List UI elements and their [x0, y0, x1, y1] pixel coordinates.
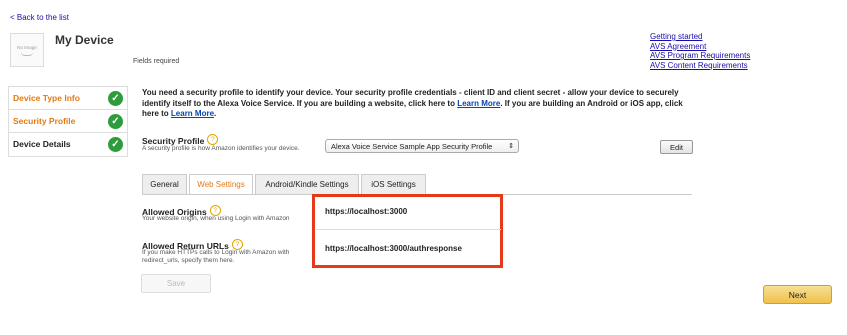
back-to-list-link[interactable]: < Back to the list: [10, 13, 69, 22]
security-profile-select[interactable]: Alexa Voice Service Sample App Security …: [325, 139, 519, 153]
step-label: Security Profile: [13, 116, 76, 126]
learn-more-website-link[interactable]: Learn More: [457, 99, 500, 108]
learn-more-app-link[interactable]: Learn More: [171, 109, 214, 118]
intro-text: You need a security profile to identify …: [142, 88, 687, 120]
tab-web-settings[interactable]: Web Settings: [189, 174, 253, 195]
next-button[interactable]: Next: [763, 285, 832, 304]
tab-ios-settings[interactable]: iOS Settings: [361, 174, 426, 195]
avs-content-requirements-link[interactable]: AVS Content Requirements: [650, 61, 750, 71]
step-device-type-info[interactable]: Device Type Info ✓: [9, 87, 127, 110]
avs-agreement-link[interactable]: AVS Agreement: [650, 42, 750, 52]
fields-required-note: Fields required: [133, 58, 180, 65]
steps-sidebar: Device Type Info ✓ Security Profile ✓ De…: [8, 86, 128, 157]
security-profile-description: A security profile is how Amazon identif…: [142, 145, 300, 152]
device-image-placeholder: No Image: [10, 33, 44, 67]
allowed-origins-description: Your website origin, when using Login wi…: [142, 215, 290, 222]
allowed-origin-value[interactable]: https://localhost:3000: [325, 207, 407, 216]
save-button[interactable]: Save: [141, 274, 211, 293]
select-arrows-icon: ⇕: [508, 143, 514, 150]
allowed-return-urls-description: If you make HTTPs calls to Login with Am…: [142, 249, 290, 264]
tab-general[interactable]: General: [142, 174, 187, 195]
getting-started-link[interactable]: Getting started: [650, 32, 750, 42]
intro-text-part: .: [214, 109, 217, 118]
security-profile-selected: Alexa Voice Service Sample App Security …: [331, 142, 493, 151]
avs-program-requirements-link[interactable]: AVS Program Requirements: [650, 51, 750, 61]
help-links: Getting started AVS Agreement AVS Progra…: [650, 32, 750, 70]
highlight-box: [312, 194, 503, 268]
tab-android-kindle-settings[interactable]: Android/Kindle Settings: [255, 174, 359, 195]
checkmark-icon: ✓: [108, 114, 123, 129]
page-title: My Device: [55, 33, 114, 47]
no-image-label: No Image: [17, 45, 37, 50]
checkmark-icon: ✓: [108, 91, 123, 106]
help-icon[interactable]: ?: [207, 134, 219, 146]
step-label: Device Type Info: [13, 93, 80, 103]
smile-icon: [21, 52, 33, 56]
step-device-details[interactable]: Device Details ✓: [9, 133, 127, 156]
field-divider: [316, 229, 501, 230]
allowed-return-url-value[interactable]: https://localhost:3000/authresponse: [325, 244, 462, 253]
edit-button[interactable]: Edit: [660, 140, 693, 154]
step-security-profile[interactable]: Security Profile ✓: [9, 110, 127, 133]
checkmark-icon: ✓: [108, 137, 123, 152]
step-label: Device Details: [13, 139, 71, 149]
